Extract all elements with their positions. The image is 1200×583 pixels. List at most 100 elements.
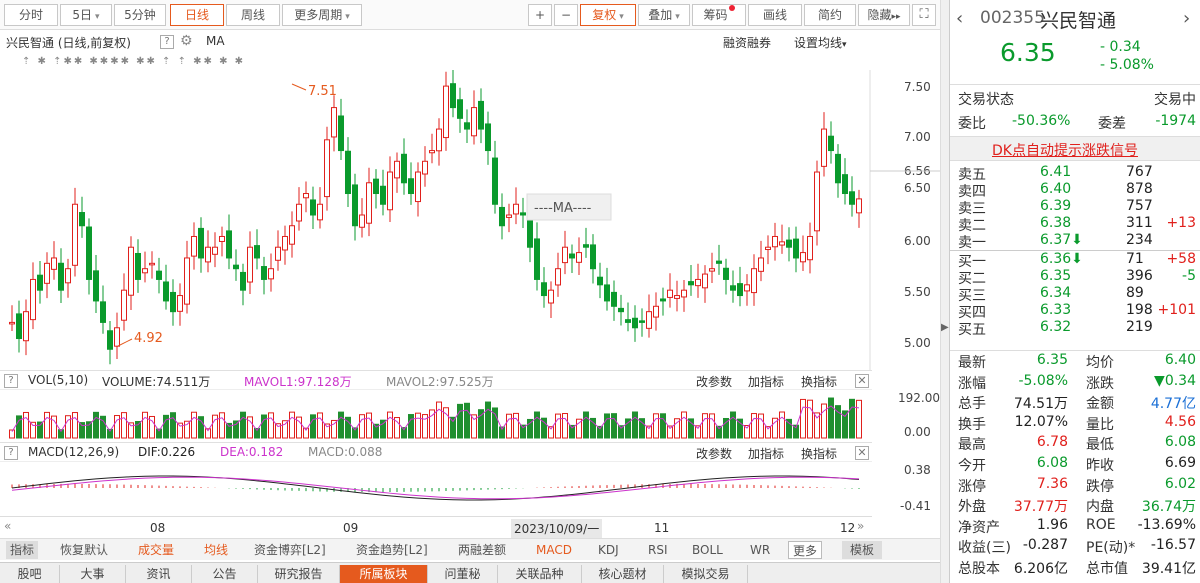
- date-tick: 09: [343, 521, 359, 535]
- add-indicator-button[interactable]: 加指标: [748, 373, 784, 390]
- close-icon[interactable]: ✕: [855, 374, 869, 388]
- hide-button[interactable]: 隐藏▸▸: [858, 4, 910, 26]
- tab-wr[interactable]: WR: [746, 541, 774, 559]
- draw-line-button[interactable]: 画线: [748, 4, 802, 26]
- tab-more-periods[interactable]: 更多周期 ▾: [282, 4, 362, 26]
- tab-core-themes[interactable]: 核心题材: [582, 565, 664, 583]
- level-volume: 89: [1126, 285, 1144, 301]
- stat-label: 金额: [1086, 396, 1114, 413]
- edit-params-button[interactable]: 改参数: [696, 445, 732, 462]
- tab-5day[interactable]: 5日 ▾: [60, 4, 112, 26]
- tab-volume[interactable]: 成交量: [134, 541, 178, 559]
- close-icon[interactable]: ✕: [855, 446, 869, 460]
- settings-gear-icon[interactable]: ⚙: [180, 33, 193, 49]
- stat-label: 涨停: [958, 478, 986, 495]
- candle-body: [695, 278, 701, 287]
- tab-rsi[interactable]: RSI: [644, 541, 672, 559]
- more-indicators-button[interactable]: 更多: [788, 541, 823, 559]
- stat-label: ROE: [1086, 516, 1116, 533]
- simple-mode-button[interactable]: 简约: [804, 4, 856, 26]
- forward-chevron-icon[interactable]: ›: [1183, 8, 1190, 29]
- zoom-in-button[interactable]: +: [528, 4, 552, 26]
- tab-sim-trading[interactable]: 模拟交易: [664, 565, 748, 583]
- tab-5min[interactable]: 5分钟: [114, 4, 166, 26]
- tab-boll[interactable]: BOLL: [688, 541, 727, 559]
- candle-body: [233, 264, 239, 270]
- tab-research[interactable]: 研究报告: [258, 565, 340, 583]
- tab-restore-default[interactable]: 恢复默认: [56, 541, 112, 559]
- tab-weekly[interactable]: 周线: [226, 4, 280, 26]
- candle-body: [576, 252, 582, 263]
- tab-macd[interactable]: MACD: [532, 541, 576, 559]
- stat-row: 外盘 37.77万 内盘 36.74万: [956, 496, 1196, 515]
- switch-indicator-button[interactable]: 换指标: [801, 373, 837, 390]
- stat-value: ▼0.34: [1154, 372, 1196, 389]
- back-chevron-icon[interactable]: ‹: [956, 8, 963, 29]
- tab-fund-game[interactable]: 资金博弈[L2]: [250, 541, 330, 559]
- candle-body: [814, 171, 820, 232]
- tab-margin-diff[interactable]: 两融差额: [454, 541, 510, 559]
- tab-ask-secretary[interactable]: 问董秘: [428, 565, 498, 583]
- candle-body: [800, 252, 806, 263]
- template-button[interactable]: 模板: [842, 541, 882, 559]
- tab-related[interactable]: 关联品种: [498, 565, 582, 583]
- collapse-arrow-icon[interactable]: ▶: [941, 322, 949, 333]
- candle-body: [520, 212, 526, 216]
- panel-splitter[interactable]: ▶: [940, 0, 949, 583]
- set-ma-button[interactable]: 设置均线▾: [794, 34, 847, 51]
- candle-body: [163, 281, 169, 302]
- volume-bar: [170, 412, 176, 439]
- tab-fund-trend[interactable]: 资金趋势[L2]: [352, 541, 432, 559]
- bid-row: 买四 6.33 198 +101: [956, 302, 1196, 321]
- tab-daily[interactable]: 日线: [170, 4, 224, 26]
- adjust-button[interactable]: 复权 ▾: [580, 4, 636, 26]
- dk-signal-banner[interactable]: DK点自动提示涨跌信号: [950, 136, 1200, 161]
- chip-button[interactable]: 筹码: [692, 4, 746, 26]
- price-chart[interactable]: 7.50 7.00 6.56 6.50 6.00 5.50 5.00 7.51 …: [0, 70, 940, 370]
- scroll-right-icon[interactable]: »: [857, 519, 864, 533]
- date-axis: « 08 09 2023/10/09/一 11 12 »: [0, 516, 872, 538]
- stat-row: 净资产 1.96 ROE -13.69%: [956, 517, 1196, 536]
- fullscreen-icon[interactable]: ⛶: [912, 4, 936, 26]
- candle-body: [562, 246, 568, 264]
- edit-params-button[interactable]: 改参数: [696, 373, 732, 390]
- tab-news[interactable]: 资讯: [126, 565, 192, 583]
- tab-announcements[interactable]: 公告: [192, 565, 258, 583]
- dk-signal-link[interactable]: DK点自动提示涨跌信号: [992, 140, 1138, 160]
- stock-name: 兴民智通: [1040, 10, 1117, 32]
- scroll-left-icon[interactable]: «: [4, 519, 11, 533]
- candle-body: [345, 150, 351, 195]
- bid-row: 买三 6.34 89: [956, 285, 1196, 304]
- tab-guba[interactable]: 股吧: [0, 565, 60, 583]
- stat-label: 总股本: [958, 561, 1000, 577]
- event-markers[interactable]: ⇡ ✱ ⇡✱✱ ✱✱✱✱ ✱✱ ⇡ ⇡ ✱✱ ✱ ✱: [22, 56, 872, 70]
- tab-intraday[interactable]: 分时: [4, 4, 58, 26]
- switch-indicator-button[interactable]: 换指标: [801, 445, 837, 462]
- add-indicator-button[interactable]: 加指标: [748, 445, 784, 462]
- weibi-value: -50.36%: [1012, 113, 1071, 129]
- tab-indicator[interactable]: 指标: [6, 541, 39, 559]
- zoom-out-button[interactable]: −: [554, 4, 578, 26]
- tab-kdj[interactable]: KDJ: [594, 541, 623, 559]
- candle-body: [450, 83, 456, 109]
- stat-label: 总市值: [1086, 561, 1128, 577]
- margin-trading-button[interactable]: 融资融券: [723, 34, 771, 51]
- divider: [950, 350, 1200, 351]
- help-icon[interactable]: ?: [4, 446, 18, 460]
- tab-ma[interactable]: 均线: [200, 541, 232, 559]
- overlay-button[interactable]: 叠加 ▾: [638, 4, 690, 26]
- macd-chart[interactable]: 0.38 -0.41: [0, 462, 940, 516]
- tab-sector[interactable]: 所属板块: [340, 565, 428, 583]
- vol-label: VOL(5,10): [28, 373, 89, 387]
- help-icon[interactable]: ?: [4, 374, 18, 388]
- candle-body: [702, 273, 708, 289]
- level-change: +13: [1166, 215, 1196, 231]
- high-label: 7.51: [308, 84, 337, 99]
- level-price: 6.38: [1040, 215, 1072, 231]
- tab-events[interactable]: 大事: [60, 565, 126, 583]
- candle-body: [191, 235, 197, 257]
- volume-chart[interactable]: 192.00 0.00: [0, 392, 940, 440]
- macd-label: MACD(12,26,9): [28, 445, 120, 459]
- help-icon[interactable]: ?: [160, 35, 174, 49]
- candle-body: [93, 270, 99, 302]
